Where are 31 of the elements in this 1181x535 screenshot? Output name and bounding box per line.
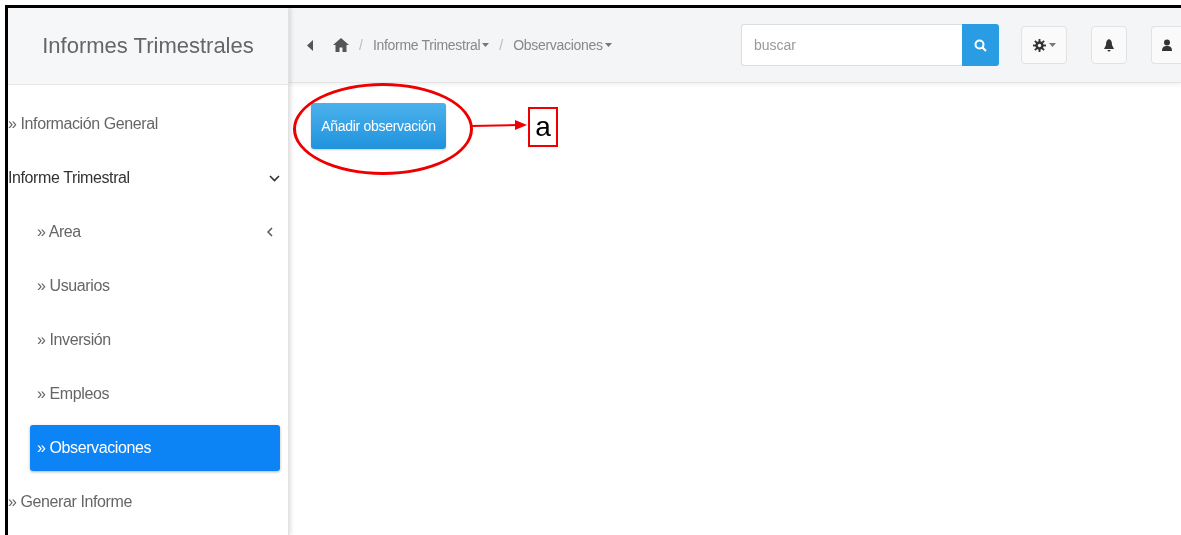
annotation-label: a <box>528 107 558 147</box>
sidebar-item[interactable]: » Información General <box>8 101 280 147</box>
caret-icon <box>482 43 490 47</box>
search-icon <box>974 38 987 52</box>
sidebar-item[interactable]: » Inversión <box>30 317 280 363</box>
caret-icon <box>1048 43 1056 47</box>
caret-icon <box>604 43 612 47</box>
search-field[interactable]: buscar <box>741 24 962 66</box>
sidebar-item[interactable]: » Observaciones <box>30 425 280 471</box>
user-icon <box>1161 39 1172 51</box>
sidebar-item[interactable]: » Empleos <box>30 371 280 417</box>
breadcrumb-link[interactable]: Informe Trimestral <box>372 37 490 53</box>
app-title: Informes Trimestrales <box>8 8 288 85</box>
sidebar-item[interactable]: » Area <box>30 209 280 255</box>
settings-icon <box>1032 38 1046 52</box>
search-button[interactable] <box>962 24 999 66</box>
breadcrumb-link[interactable]: Observaciones <box>513 37 612 53</box>
chevron-down-icon <box>269 174 280 182</box>
notifications-button[interactable] <box>1091 26 1127 64</box>
sidebar-item[interactable]: » Generar Informe <box>8 479 280 525</box>
sidebar-item[interactable]: » Usuarios <box>30 263 280 309</box>
chevron-left-icon <box>267 227 273 237</box>
home-icon[interactable] <box>333 38 349 52</box>
sidebar-item[interactable]: Informe Trimestral <box>8 155 280 201</box>
settings-button[interactable] <box>1021 26 1067 64</box>
user-button[interactable] <box>1151 26 1181 64</box>
caret-left-icon[interactable] <box>307 39 313 51</box>
bell-icon <box>1104 38 1114 52</box>
breadcrumb-separator: / <box>499 37 504 53</box>
annotation-arrow <box>471 119 527 131</box>
breadcrumb-separator: / <box>359 37 363 53</box>
